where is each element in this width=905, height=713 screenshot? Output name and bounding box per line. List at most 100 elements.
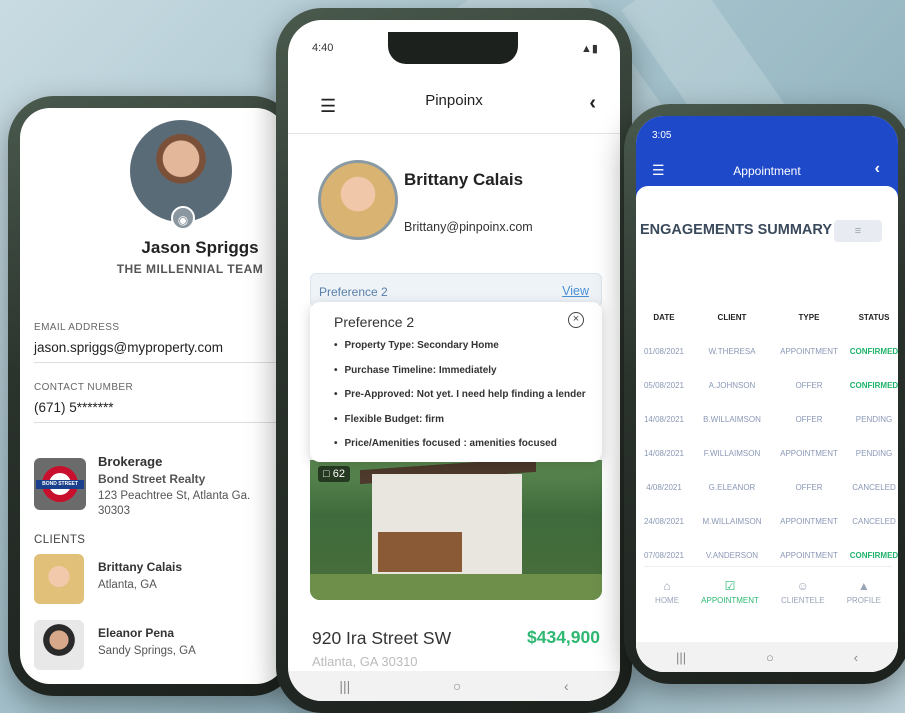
tab-label: PROFILE (846, 595, 881, 605)
user-avatar (318, 160, 398, 240)
client-name[interactable]: Eleanor Pena (98, 626, 174, 640)
table-row[interactable]: 24/08/2021 M.WILLAIMSON APPOINTMENT CANCELE… (636, 504, 898, 538)
status-cell: PENDING (855, 414, 893, 424)
client-location: Atlanta, GA (98, 579, 157, 591)
column-header: CLIENT (717, 312, 747, 322)
tab-label: HOME (655, 595, 680, 605)
home-circle-icon[interactable]: ○ (453, 678, 461, 694)
filter-icon[interactable]: ≡ (834, 220, 882, 242)
header-title: Pinpoinx (425, 91, 483, 109)
preference-list: Property Type: Secondary Home Purchase T… (334, 340, 586, 463)
divider (34, 422, 284, 423)
table-row[interactable]: 01/08/2021 W.THERESA APPOINTMENT CONFIRMED (636, 334, 898, 368)
column-header: TYPE (798, 312, 820, 322)
client-cell: M.WILLAIMSON (702, 516, 762, 526)
divider (34, 362, 284, 363)
back-icon[interactable]: ‹ (564, 678, 569, 694)
bottom-tabs: ⌂ HOME ☑ APPOINTMENT ☺ CLIENTELE ▲ PROFILE (644, 566, 892, 616)
type-cell: APPOINTMENT (780, 516, 838, 526)
date-cell: 4/08/2021 (646, 482, 682, 492)
client-name[interactable]: Brittany Calais (98, 560, 182, 574)
tab-appointment[interactable]: ☑ APPOINTMENT (701, 579, 759, 605)
header-title: Appointment (733, 164, 801, 178)
email-label: EMAIL ADDRESS (34, 322, 120, 333)
preference-item: Price/Amenities focused : amenities focu… (334, 438, 586, 449)
client-cell: B.WILLAIMSON (703, 414, 761, 424)
profile-screen: ◉ Jason Spriggs THE MILLENNIAL TEAM EMAI… (20, 108, 286, 684)
back-chevron-icon[interactable]: ‹ (875, 160, 880, 178)
contact-value[interactable]: (671) 5******* (34, 400, 114, 415)
status-cell: CONFIRMED (849, 346, 898, 356)
client-location: Sandy Springs, GA (98, 645, 196, 657)
status-cell: PENDING (855, 448, 893, 458)
listing-city: Atlanta, GA 30310 (312, 654, 418, 669)
close-icon[interactable]: × (568, 312, 584, 328)
client-avatar[interactable] (34, 620, 84, 670)
recents-icon[interactable]: ||| (676, 650, 686, 665)
brokerage-logo: BOND STREET (34, 458, 86, 510)
column-header: STATUS (858, 312, 890, 322)
table-row[interactable]: 4/08/2021 G.ELEANOR OFFER CANCELED (636, 470, 898, 504)
table-row[interactable]: 05/08/2021 A.JOHNSON OFFER CONFIRMED (636, 368, 898, 402)
column-header: DATE (653, 312, 675, 322)
user-name: Brittany Calais (404, 170, 524, 189)
brokerage-address: 123 Peachtree St, Atlanta Ga. 30303 (98, 490, 251, 517)
status-cell: CANCELED (852, 482, 896, 492)
home-circle-icon[interactable]: ○ (766, 650, 774, 665)
photo-count-badge: □ 62 (318, 466, 350, 482)
recents-icon[interactable]: ||| (339, 678, 350, 694)
listing-screen: 4:40 ▲▮ ☰ Pinpoinx ‹ Brittany Calais Bri… (288, 20, 620, 701)
back-icon[interactable]: ‹ (854, 650, 858, 665)
appointments-body: ENGAGEMENTS SUMMARY ≡ DATE CLIENT TYPE S… (636, 186, 898, 672)
client-cell: V.ANDERSON (705, 550, 759, 560)
tab-label: CLIENTELE (781, 595, 825, 605)
status-time: 4:40 (312, 42, 334, 54)
view-link[interactable]: View (562, 284, 589, 298)
summary-title: ENGAGEMENTS SUMMARY (640, 222, 832, 238)
client-cell: A.JOHNSON (708, 380, 756, 390)
preference-item: Pre-Approved: Not yet. I need help findi… (334, 389, 586, 400)
tab-clientele[interactable]: ☺ CLIENTELE (781, 579, 825, 605)
appointments-screen: 3:05 ☰ Appointment ‹ ENGAGEMENTS SUMMARY… (636, 116, 898, 672)
listing-price: $434,900 (527, 627, 600, 647)
date-cell: 24/08/2021 (643, 516, 685, 526)
phone-appointments: 3:05 ☰ Appointment ‹ ENGAGEMENTS SUMMARY… (624, 104, 905, 684)
tab-label: APPOINTMENT (701, 595, 759, 605)
date-cell: 14/08/2021 (643, 414, 685, 424)
type-cell: OFFER (795, 482, 823, 492)
type-cell: OFFER (795, 414, 823, 424)
people-icon: ☺ (796, 578, 809, 593)
date-cell: 14/08/2021 (643, 448, 685, 458)
date-cell: 07/08/2021 (643, 550, 685, 560)
client-cell: F.WILLAIMSON (703, 448, 761, 458)
table-row[interactable]: 14/08/2021 F.WILLAIMSON APPOINTMENT PENDING (636, 436, 898, 470)
phone-profile: ◉ Jason Spriggs THE MILLENNIAL TEAM EMAI… (8, 96, 298, 696)
tab-profile[interactable]: ▲ PROFILE (847, 579, 881, 605)
system-navbar: ||| ○ ‹ (636, 642, 898, 672)
listing-photo[interactable]: □ 62 (310, 460, 602, 600)
notch (388, 32, 518, 64)
phone-listing: 4:40 ▲▮ ☰ Pinpoinx ‹ Brittany Calais Bri… (276, 8, 632, 713)
status-time: 3:05 (652, 130, 672, 141)
home-icon: ⌂ (663, 578, 671, 593)
user-email: Brittany@pinpoinx.com (404, 220, 533, 234)
deck-shape (378, 532, 462, 572)
back-chevron-icon[interactable]: ‹ (589, 92, 596, 115)
preference-popup: Preference 2 × Property Type: Secondary … (310, 302, 602, 462)
tab-home[interactable]: ⌂ HOME (655, 579, 679, 605)
preference-label: Preference 2 (319, 285, 388, 299)
preference-item: Property Type: Secondary Home (334, 340, 586, 351)
profile-name: Jason Spriggs (141, 238, 259, 257)
status-cell: CONFIRMED (849, 550, 898, 560)
system-navbar: ||| ○ ‹ (288, 671, 620, 701)
table-body: 01/08/2021 W.THERESA APPOINTMENT CONFIRMED 0… (636, 334, 898, 572)
type-cell: APPOINTMENT (780, 448, 838, 458)
client-avatar[interactable] (34, 554, 84, 604)
table-row[interactable]: 14/08/2021 B.WILLAIMSON OFFER PENDING (636, 402, 898, 436)
lawn-shape (310, 574, 602, 600)
preference-item: Flexible Budget: firm (334, 414, 586, 425)
client-cell: W.THERESA (708, 346, 756, 356)
email-value[interactable]: jason.spriggs@myproperty.com (34, 340, 223, 355)
preference-item: Purchase Timeline: Immediately (334, 365, 586, 376)
camera-icon[interactable]: ◉ (171, 206, 195, 230)
